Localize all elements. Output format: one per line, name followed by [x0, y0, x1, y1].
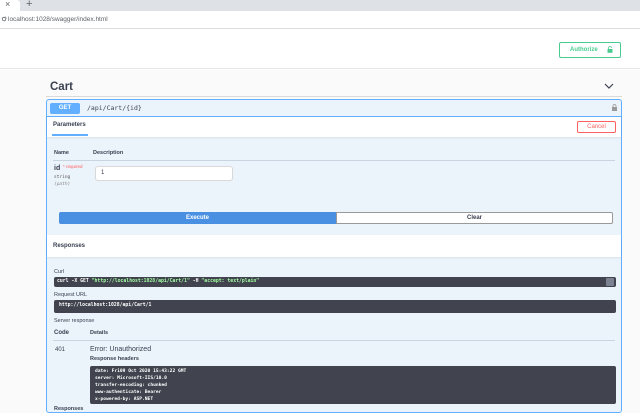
lock-icon — [607, 46, 613, 53]
execute-button[interactable]: Execute — [59, 212, 336, 224]
clear-button[interactable]: Clear — [336, 212, 613, 224]
param-name: id — [54, 165, 61, 172]
lock-icon[interactable] — [612, 104, 617, 111]
method-badge: GET — [50, 103, 80, 114]
tab-close-icon[interactable]: × — [5, 0, 10, 10]
response-header-line: x-powered-by: ASP.NET — [95, 397, 154, 402]
param-required: * required — [63, 164, 83, 169]
cancel-button[interactable]: Cancel — [577, 121, 616, 133]
col-name-header: Name — [54, 150, 69, 156]
response-header-line: date: Fri09 Oct 2020 15:43:22 GMT — [95, 369, 187, 374]
operation-block: GET /api/Cart/{id} Parameters Cancel Nam… — [46, 99, 622, 413]
curl-command[interactable]: curl -X GET "http://localhost:1028/api/C… — [54, 277, 616, 287]
copy-icon[interactable] — [606, 278, 614, 286]
param-type: string — [54, 175, 71, 180]
url-text[interactable]: localhost:1028/swagger/index.html — [8, 15, 108, 24]
col-code-header: Code — [54, 330, 69, 336]
operation-summary[interactable]: GET /api/Cart/{id} — [47, 100, 621, 117]
response-headers-box[interactable]: date: Fri09 Oct 2020 15:43:22 GMT server… — [90, 366, 616, 404]
server-response-label: Server response — [54, 318, 95, 324]
curl-label: Curl — [54, 269, 65, 275]
tab-parameters[interactable]: Parameters — [53, 122, 86, 128]
status-text: Error: Unauthorized — [90, 346, 152, 353]
response-header-line: transfer-encoding: chunked — [95, 383, 167, 388]
new-tab-icon[interactable]: + — [26, 0, 32, 10]
reload-icon[interactable] — [1, 14, 7, 25]
curl-prefix: curl -X GET — [57, 279, 92, 284]
browser-tab[interactable]: × — [0, 0, 20, 11]
params-divider — [53, 160, 615, 161]
col-description-header: Description — [93, 150, 124, 156]
tab-underline — [52, 134, 88, 136]
chevron-down-icon[interactable] — [604, 82, 614, 90]
address-bar[interactable]: localhost:1028/swagger/index.html — [0, 11, 640, 29]
request-url-label: Request URL — [54, 292, 88, 298]
scheme-container: Authorize — [0, 30, 640, 69]
parameters-header: Parameters Cancel — [47, 117, 621, 137]
responses-header: Responses — [47, 235, 621, 257]
status-code: 401 — [55, 347, 66, 353]
request-url-box[interactable]: http://localhost:1028/api/Cart/1 — [54, 300, 616, 313]
param-id-input[interactable]: 1 — [95, 166, 233, 181]
col-details-header: Details — [90, 330, 109, 336]
authorize-label: Authorize — [570, 47, 598, 53]
response-header-line: www-authenticate: Bearer — [95, 390, 162, 395]
response-divider — [53, 340, 615, 341]
responses-title: Responses — [53, 243, 86, 249]
browser-tab-strip: × + — [0, 0, 640, 11]
tag-divider — [46, 96, 622, 97]
response-headers-label: Response headers — [90, 356, 139, 362]
tag-title[interactable]: Cart — [50, 81, 73, 93]
authorize-button[interactable]: Authorize — [559, 42, 621, 58]
request-url-value: http://localhost:1028/api/Cart/1 — [59, 303, 152, 308]
responses-section-label: Responses — [54, 406, 84, 412]
operation-path: /api/Cart/{id} — [87, 104, 142, 112]
curl-url: "http://localhost:1028/api/Cart/1" — [91, 279, 190, 284]
curl-header: "accept: text/plain" — [201, 279, 260, 284]
response-header-line: server: Microsoft-IIS/10.0 — [95, 376, 167, 381]
curl-flag: -H — [189, 279, 202, 284]
param-location: (path) — [54, 182, 71, 187]
